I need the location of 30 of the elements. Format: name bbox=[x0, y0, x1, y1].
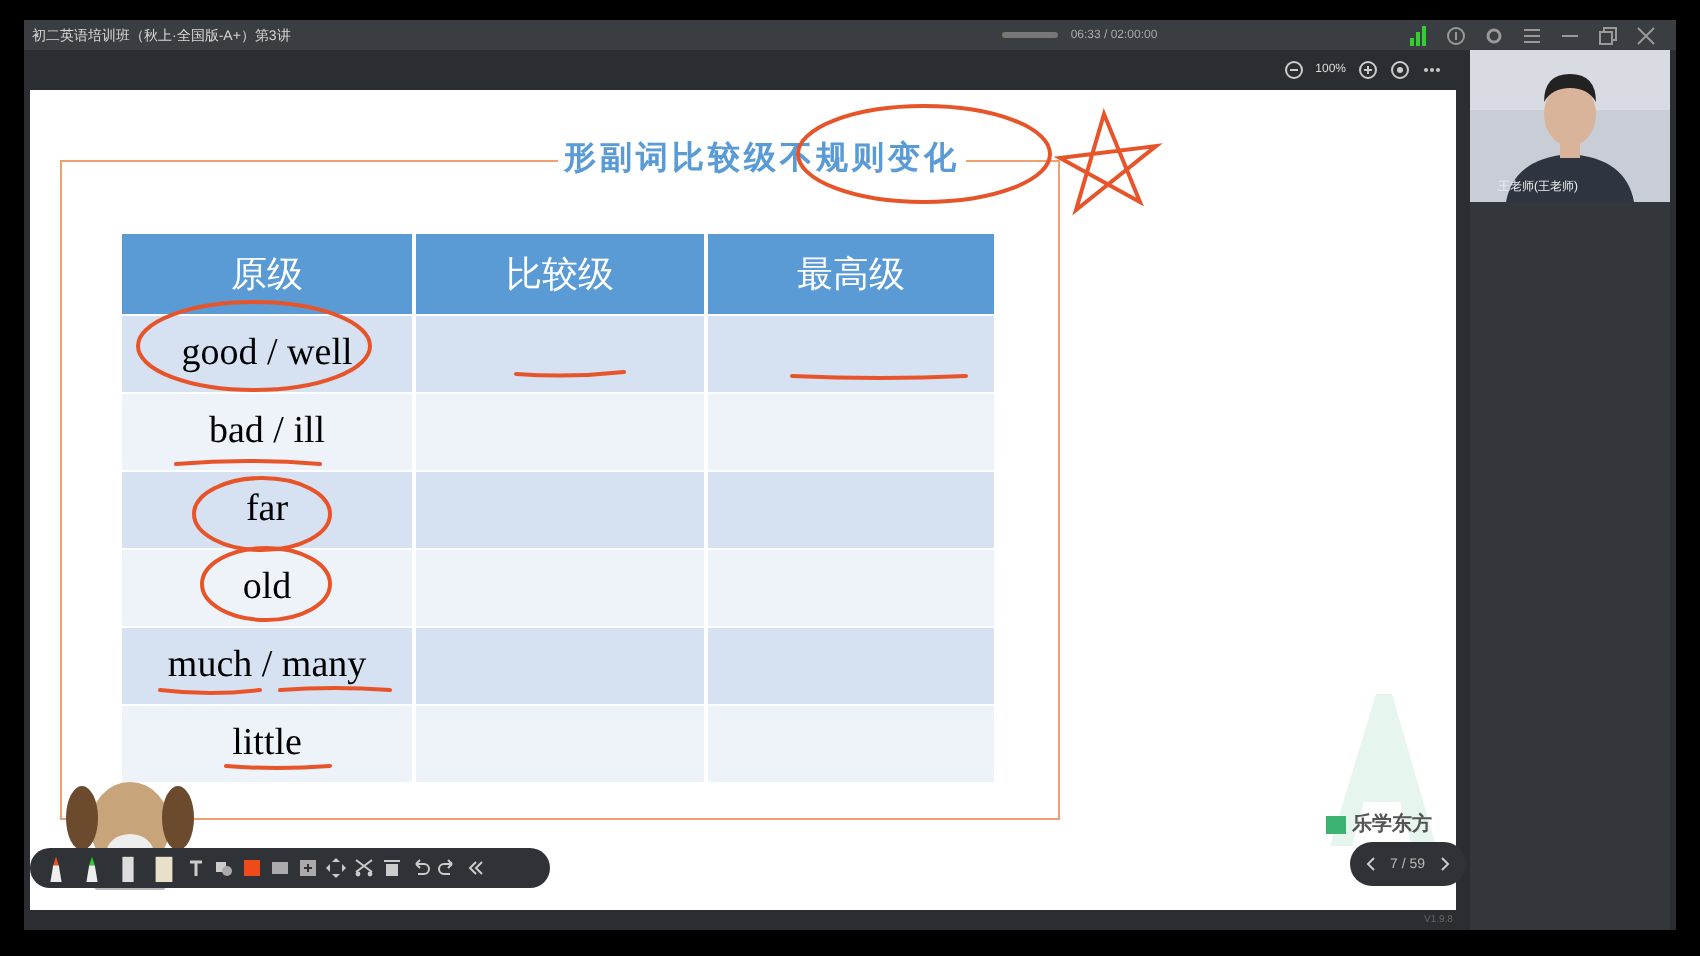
column-header: 比较级 bbox=[414, 234, 706, 315]
move-icon[interactable] bbox=[326, 858, 346, 878]
table-cell: bad / ill bbox=[122, 393, 415, 471]
fit-screen-icon[interactable] bbox=[1390, 60, 1410, 80]
shape-icon[interactable] bbox=[214, 858, 234, 878]
collapse-icon[interactable] bbox=[466, 858, 486, 878]
table-cell: much / many bbox=[122, 627, 415, 705]
undo-icon[interactable] bbox=[410, 858, 430, 878]
table-cell: old bbox=[122, 549, 415, 627]
redo-icon[interactable] bbox=[438, 858, 458, 878]
table-cell: little bbox=[122, 705, 415, 782]
text-icon[interactable] bbox=[186, 858, 206, 878]
restore-icon[interactable] bbox=[1598, 25, 1618, 45]
trash-icon[interactable] bbox=[382, 858, 402, 878]
image-icon[interactable] bbox=[270, 858, 290, 878]
column-header: 原级 bbox=[122, 234, 415, 315]
table-cell: good / well bbox=[122, 315, 415, 393]
close-icon[interactable] bbox=[1636, 25, 1656, 45]
menu-icon[interactable] bbox=[1522, 25, 1542, 45]
column-header: 最高级 bbox=[705, 234, 996, 315]
zoom-out-icon[interactable] bbox=[1283, 60, 1304, 80]
signal-icon[interactable] bbox=[1408, 25, 1428, 45]
paper-icon[interactable] bbox=[150, 852, 178, 884]
scissors-icon[interactable] bbox=[354, 858, 374, 878]
zoom-in-icon[interactable] bbox=[1358, 60, 1378, 80]
add-icon[interactable] bbox=[298, 858, 318, 878]
logo-text: 乐学东方 bbox=[1352, 810, 1432, 838]
logo-icon bbox=[1326, 815, 1346, 833]
color-swatch-icon[interactable] bbox=[242, 858, 262, 878]
table-cell: far bbox=[122, 471, 415, 549]
